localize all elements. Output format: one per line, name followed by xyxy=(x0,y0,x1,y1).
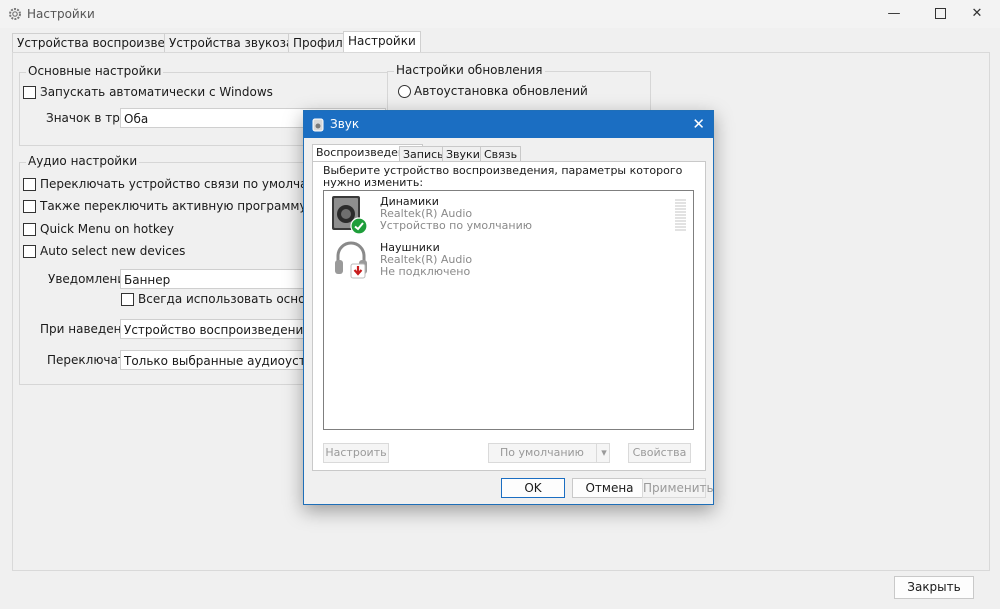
list-item[interactable]: Наушники Realtek(R) Audio Не подключено xyxy=(330,239,685,283)
switch-comm-label: Переключать устройство связи по умолчани… xyxy=(40,177,334,191)
list-item[interactable]: Динамики Realtek(R) Audio Устройство по … xyxy=(330,193,686,237)
minimize-button[interactable]: — xyxy=(871,0,917,28)
auto-select-label: Auto select new devices xyxy=(40,244,186,258)
tab-settings[interactable]: Настройки xyxy=(343,31,421,54)
autostart-label: Запускать автоматически с Windows xyxy=(40,85,273,99)
speaker-icon xyxy=(312,118,324,132)
update-settings-title: Настройки обновления xyxy=(394,63,545,77)
sound-dialog-titlebar: Звук ✕ xyxy=(304,111,713,138)
close-button[interactable]: Закрыть xyxy=(894,576,974,599)
update-settings-group: Настройки обновления Автоустановка обнов… xyxy=(387,63,651,113)
auto-update-label: Автоустановка обновлений xyxy=(414,84,588,98)
set-default-label: По умолчанию xyxy=(500,446,584,459)
quick-menu-label: Quick Menu on hotkey xyxy=(40,222,174,236)
maximize-icon xyxy=(934,8,946,19)
properties-button[interactable]: Свойства xyxy=(628,443,691,463)
instruction-text: Выберите устройство воспроизведения, пар… xyxy=(323,164,683,189)
device-status: Устройство по умолчанию xyxy=(380,219,533,232)
switch-active-checkbox[interactable] xyxy=(23,200,36,213)
audio-settings-title: Аудио настройки xyxy=(26,154,140,168)
ok-button[interactable]: OK xyxy=(501,478,565,498)
configure-button[interactable]: Настроить xyxy=(323,443,389,463)
basic-settings-title: Основные настройки xyxy=(26,64,164,78)
set-default-button[interactable]: По умолчанию ▾ xyxy=(488,443,610,463)
gear-icon xyxy=(9,8,21,20)
close-icon: ✕ xyxy=(971,6,983,21)
close-icon[interactable]: ✕ xyxy=(692,115,705,133)
title-bar: Настройки — ✕ xyxy=(0,0,1000,28)
minimize-icon: — xyxy=(887,6,901,21)
chevron-down-icon[interactable]: ▾ xyxy=(596,444,611,462)
apply-button[interactable]: Применить xyxy=(642,478,714,498)
device-status: Не подключено xyxy=(380,265,471,278)
volume-meter xyxy=(675,199,686,233)
device-list[interactable]: Динамики Realtek(R) Audio Устройство по … xyxy=(323,190,694,430)
check-badge-icon xyxy=(350,217,368,235)
quick-menu-checkbox[interactable] xyxy=(23,223,36,236)
sound-dialog: Звук ✕ Воспроизведение Запись Звуки Связ… xyxy=(303,110,714,505)
cancel-button[interactable]: Отмена xyxy=(572,478,647,498)
down-arrow-badge-icon xyxy=(350,263,366,279)
playback-panel: Выберите устройство воспроизведения, пар… xyxy=(312,161,706,471)
autostart-checkbox[interactable] xyxy=(23,86,36,99)
always-use-checkbox[interactable] xyxy=(121,293,134,306)
close-window-button[interactable]: ✕ xyxy=(954,0,1000,28)
auto-update-radio[interactable] xyxy=(398,85,411,98)
sound-dialog-title: Звук xyxy=(330,117,360,131)
sound-dialog-tabs: Воспроизведение Запись Звуки Связь xyxy=(312,144,702,164)
auto-select-checkbox[interactable] xyxy=(23,245,36,258)
window-title: Настройки xyxy=(27,7,95,21)
switch-comm-checkbox[interactable] xyxy=(23,178,36,191)
